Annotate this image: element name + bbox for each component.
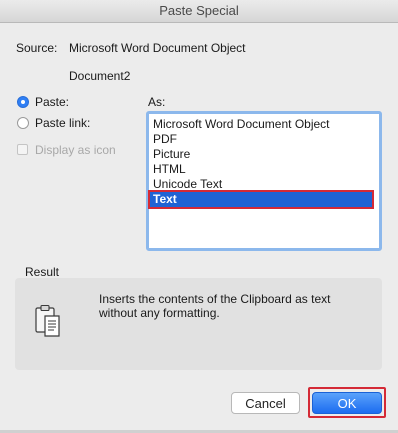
list-item-pdf[interactable]: PDF: [153, 132, 177, 147]
source-document: Document2: [69, 69, 131, 83]
result-panel: Inserts the contents of the Clipboard as…: [15, 278, 382, 370]
window-title-bar: Paste Special: [0, 0, 398, 23]
paste-radio[interactable]: [17, 96, 29, 108]
paste-link-radio[interactable]: [17, 117, 29, 129]
display-as-icon-label: Display as icon: [35, 143, 116, 157]
window-title: Paste Special: [159, 3, 239, 18]
list-item-unicode-text[interactable]: Unicode Text: [153, 177, 222, 192]
result-label: Result: [25, 265, 60, 279]
clipboard-icon: [33, 304, 63, 341]
list-item-picture[interactable]: Picture: [153, 147, 190, 162]
list-item-html[interactable]: HTML: [153, 162, 186, 177]
source-label: Source:: [16, 41, 58, 55]
paste-link-option-label: Paste link:: [35, 116, 91, 130]
ok-button[interactable]: OK: [312, 392, 382, 414]
result-description-line2: without any formatting.: [99, 306, 220, 320]
result-description-line1: Inserts the contents of the Clipboard as…: [99, 292, 331, 306]
cancel-button[interactable]: Cancel: [231, 392, 300, 414]
as-label: As:: [148, 95, 166, 109]
paste-option-label: Paste:: [35, 95, 70, 109]
as-format-list[interactable]: Microsoft Word Document Object PDF Pictu…: [146, 111, 382, 251]
list-item-microsoft-word-document-object[interactable]: Microsoft Word Document Object: [153, 117, 330, 132]
source-value: Microsoft Word Document Object: [69, 41, 246, 55]
list-item-text[interactable]: Text: [148, 190, 374, 209]
display-as-icon-checkbox: [17, 144, 28, 155]
